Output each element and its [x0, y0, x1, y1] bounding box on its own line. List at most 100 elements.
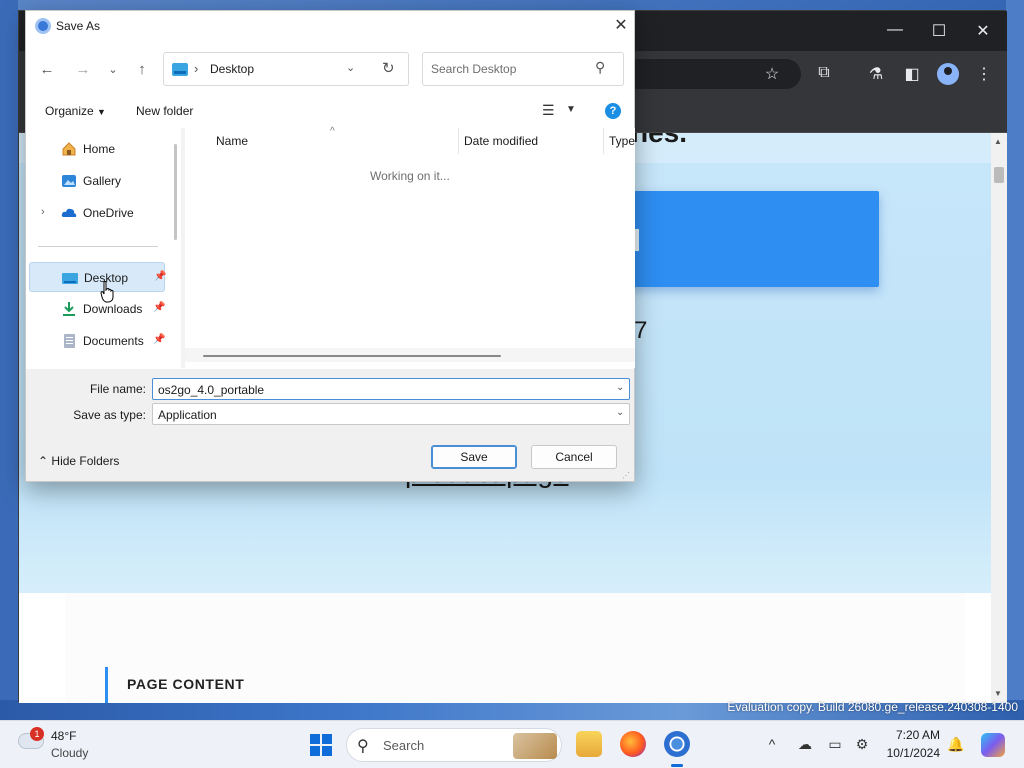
page-scrollbar[interactable]: [991, 133, 1007, 703]
pin-icon: 📌: [154, 271, 167, 282]
search-input[interactable]: Search Desktop ⚲: [422, 52, 624, 86]
cancel-button[interactable]: Cancel: [531, 445, 617, 469]
clock-date[interactable]: 10/1/2024: [884, 746, 940, 760]
nav-item-home[interactable]: Home: [29, 134, 165, 164]
horizontal-scroll-thumb[interactable]: [203, 355, 501, 357]
organize-menu-button[interactable]: Organize ▼: [45, 104, 106, 118]
windows-start-icon[interactable]: [310, 734, 332, 756]
file-name-label: File name:: [89, 382, 146, 396]
dialog-title: Save As: [56, 19, 101, 33]
chevron-up-icon: ⌃: [38, 454, 49, 468]
hero-heading: nes.: [631, 133, 687, 149]
chevron-down-icon: ▼: [97, 107, 106, 117]
view-options-icon[interactable]: ☰: [542, 102, 555, 119]
nav-item-onedrive[interactable]: › OneDrive: [29, 198, 165, 228]
save-as-dialog: Save As ✕ ← → ⌄ ↑ › Desktop ⌄ ↻ Search D…: [25, 10, 635, 482]
save-button[interactable]: Save: [431, 445, 517, 469]
chevron-down-icon[interactable]: ⌄: [616, 407, 624, 418]
breadcrumb-separator-icon: ›: [194, 61, 199, 76]
search-icon: ⚲: [595, 59, 606, 75]
file-explorer-icon[interactable]: [576, 731, 602, 757]
close-icon[interactable]: ✕: [610, 15, 632, 37]
address-dropdown-icon[interactable]: ⌄: [346, 61, 355, 74]
nav-divider: [38, 246, 158, 247]
nav-scrollbar[interactable]: [174, 144, 177, 240]
dialog-footer: ⌃ Hide Folders Save Cancel: [26, 431, 634, 481]
evaluation-watermark: Evaluation copy. Build 26080.ge_release.…: [727, 700, 1018, 714]
hand-cursor-icon: [100, 281, 114, 303]
nav-item-desktop[interactable]: Desktop 📌: [29, 262, 167, 292]
chevron-up-icon[interactable]: ^: [763, 736, 781, 752]
weather-temperature[interactable]: 48°F: [51, 729, 76, 743]
back-arrow-icon[interactable]: ←: [36, 59, 58, 81]
cloud-sync-icon[interactable]: ☁: [796, 736, 814, 753]
file-name-value: os2go_4.0_portable: [158, 383, 265, 397]
organize-label: Organize: [45, 104, 94, 118]
nav-label-onedrive: OneDrive: [83, 206, 134, 220]
search-placeholder: Search Desktop: [431, 62, 517, 76]
downloads-icon: [61, 301, 77, 317]
view-dropdown-icon[interactable]: ▼: [566, 104, 576, 115]
nav-label-home: Home: [83, 142, 116, 156]
column-divider[interactable]: [458, 128, 459, 154]
version-text: 7: [634, 317, 648, 344]
notification-bell-icon[interactable]: 🔔: [947, 736, 965, 753]
onedrive-icon: [61, 205, 77, 221]
nav-label-documents: Documents: [83, 334, 144, 348]
labs-icon[interactable]: ⚗: [865, 64, 887, 84]
maximize-button[interactable]: ☐: [929, 21, 949, 41]
save-type-select[interactable]: Application ⌄: [152, 403, 630, 425]
weather-description[interactable]: Cloudy: [51, 746, 88, 760]
new-folder-button[interactable]: New folder: [136, 104, 193, 118]
profile-icon[interactable]: [937, 63, 959, 85]
close-window-button[interactable]: ✕: [973, 21, 993, 41]
taskbar-search-label: Search: [383, 738, 425, 753]
address-breadcrumb[interactable]: › Desktop ⌄ ↻: [163, 52, 409, 86]
gallery-icon: [61, 173, 77, 189]
file-name-field[interactable]: os2go_4.0_portable ⌄: [152, 378, 630, 400]
content-title: PAGE CONTENT: [127, 676, 245, 692]
recent-locations-chevron-icon[interactable]: ⌄: [102, 59, 124, 81]
scroll-down-icon[interactable]: ▼: [994, 689, 1002, 698]
menu-icon[interactable]: ⋮: [973, 64, 995, 84]
expand-chevron-icon[interactable]: ›: [41, 206, 45, 218]
scroll-up-icon[interactable]: ▲: [994, 137, 1002, 146]
save-type-value: Application: [158, 408, 217, 422]
search-highlight-image: [513, 733, 557, 759]
column-type-header[interactable]: Type: [609, 134, 635, 148]
sidepanel-icon[interactable]: ◧: [901, 64, 923, 84]
extensions-icon[interactable]: ⧉: [813, 64, 835, 82]
network-settings-icon[interactable]: ⚙: [853, 736, 871, 753]
breadcrumb-location[interactable]: Desktop: [210, 62, 254, 76]
file-list-pane: ^ Name Date modified Type Working on it.…: [185, 126, 635, 368]
display-icon[interactable]: ▭: [826, 736, 844, 753]
firefox-icon[interactable]: [620, 731, 646, 757]
page-scroll-thumb[interactable]: [994, 167, 1004, 183]
pin-icon: 📌: [153, 302, 166, 313]
taskbar-search-box[interactable]: ⚲ Search: [346, 728, 562, 762]
star-icon[interactable]: ☆: [761, 64, 783, 84]
home-icon: [61, 141, 77, 157]
clock-time[interactable]: 7:20 AM: [888, 728, 940, 742]
column-name-header[interactable]: Name: [216, 134, 248, 148]
resize-grip-icon[interactable]: ⋰: [622, 471, 630, 480]
loading-status: Working on it...: [370, 169, 450, 183]
column-date-header[interactable]: Date modified: [464, 134, 538, 148]
weather-alert-badge: 1: [30, 727, 44, 741]
chevron-down-icon[interactable]: ⌄: [616, 382, 624, 393]
download-button[interactable]: [621, 191, 879, 287]
up-arrow-icon[interactable]: ↑: [131, 59, 153, 81]
documents-icon: [61, 333, 77, 349]
minimize-button[interactable]: —: [885, 21, 905, 39]
nav-item-downloads[interactable]: Downloads 📌: [29, 294, 165, 324]
refresh-icon[interactable]: ↻: [382, 59, 395, 77]
hide-folders-button[interactable]: ⌃ Hide Folders: [38, 454, 119, 468]
nav-item-gallery[interactable]: Gallery: [29, 166, 165, 196]
desktop-wallpaper-left: [0, 0, 18, 720]
chrome-icon[interactable]: [664, 731, 690, 757]
forward-arrow-icon[interactable]: →: [72, 59, 94, 81]
copilot-icon[interactable]: [981, 733, 1005, 757]
help-icon[interactable]: ?: [605, 103, 621, 119]
column-divider[interactable]: [603, 128, 604, 154]
nav-item-documents[interactable]: Documents 📌: [29, 326, 165, 356]
